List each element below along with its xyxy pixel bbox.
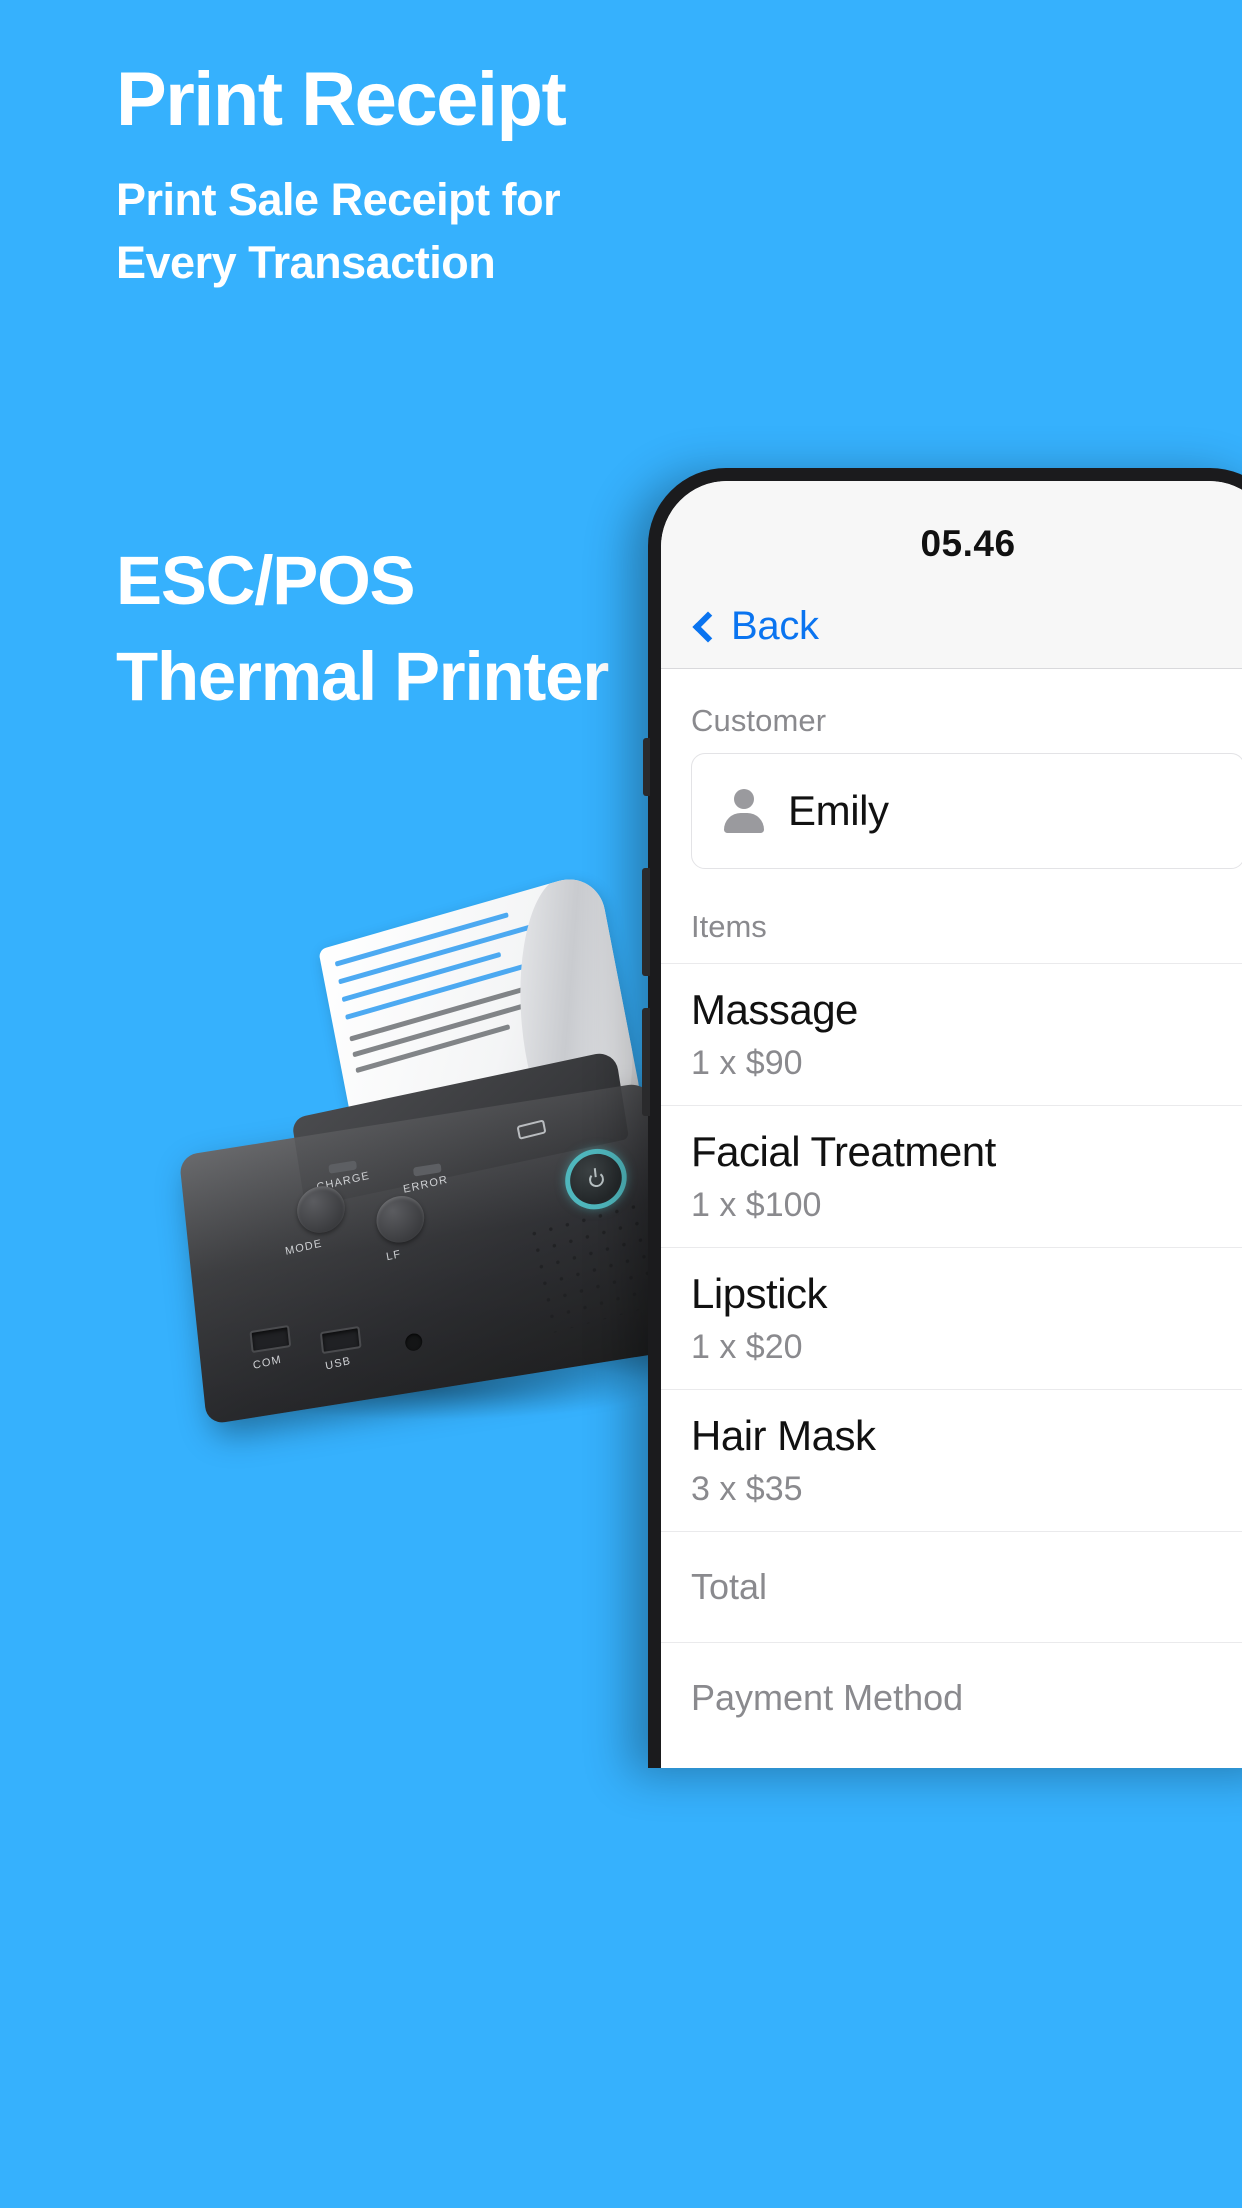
silent-switch[interactable] [643, 738, 650, 796]
nav-bar: Back [661, 585, 1242, 669]
volume-up-button[interactable] [642, 868, 650, 976]
payment-method-row: Payment Method [661, 1642, 1242, 1739]
list-item[interactable]: Massage 1 x $90 [661, 963, 1242, 1105]
power-icon [587, 1170, 605, 1188]
total-row: Total [661, 1531, 1242, 1642]
phone-screen: 05.46 Back Customer Emily Items Massage … [661, 481, 1242, 1768]
receipt-detail-content: Customer Emily Items Massage 1 x $90 Fac… [661, 669, 1242, 1739]
back-button[interactable]: Back [691, 604, 819, 649]
list-item[interactable]: Facial Treatment 1 x $100 [661, 1105, 1242, 1247]
list-item[interactable]: Lipstick 1 x $20 [661, 1247, 1242, 1389]
item-name: Lipstick [691, 1270, 828, 1317]
item-name: Facial Treatment [691, 1128, 996, 1175]
item-name: Massage [691, 986, 858, 1033]
item-qty-price: 1 x $90 [691, 1044, 803, 1082]
volume-down-button[interactable] [642, 1008, 650, 1116]
thermal-printer-illustration: CHARGE ERROR MODE LF COM USB [170, 869, 730, 1500]
item-qty-price: 1 x $20 [691, 1328, 803, 1366]
customer-name-value: Emily [788, 787, 889, 834]
person-icon [724, 789, 764, 833]
items-section-label: Items [691, 909, 767, 944]
phone-mockup: 05.46 Back Customer Emily Items Massage … [642, 468, 1242, 1768]
list-item[interactable]: Hair Mask 3 x $35 [661, 1389, 1242, 1531]
customer-field[interactable]: Emily [691, 753, 1242, 869]
secondary-title: ESC/POS Thermal Printer [116, 542, 609, 715]
item-name: Hair Mask [691, 1412, 876, 1459]
back-button-label: Back [731, 604, 819, 648]
status-time: 05.46 [920, 523, 1016, 564]
page-title: Print Receipt [116, 57, 567, 142]
customer-section-label: Customer [691, 703, 827, 738]
promo-header: Print Receipt Print Sale Receipt for Eve… [116, 62, 816, 294]
item-qty-price: 3 x $35 [691, 1470, 803, 1508]
chevron-left-icon [692, 610, 724, 643]
promo-secondary: ESC/POS Thermal Printer [116, 533, 676, 725]
item-qty-price: 1 x $100 [691, 1186, 822, 1224]
page-subtitle: Print Sale Receipt for Every Transaction [116, 174, 561, 288]
status-bar: 05.46 [661, 481, 1242, 585]
payment-method-label: Payment Method [691, 1677, 964, 1718]
total-label: Total [691, 1566, 768, 1607]
